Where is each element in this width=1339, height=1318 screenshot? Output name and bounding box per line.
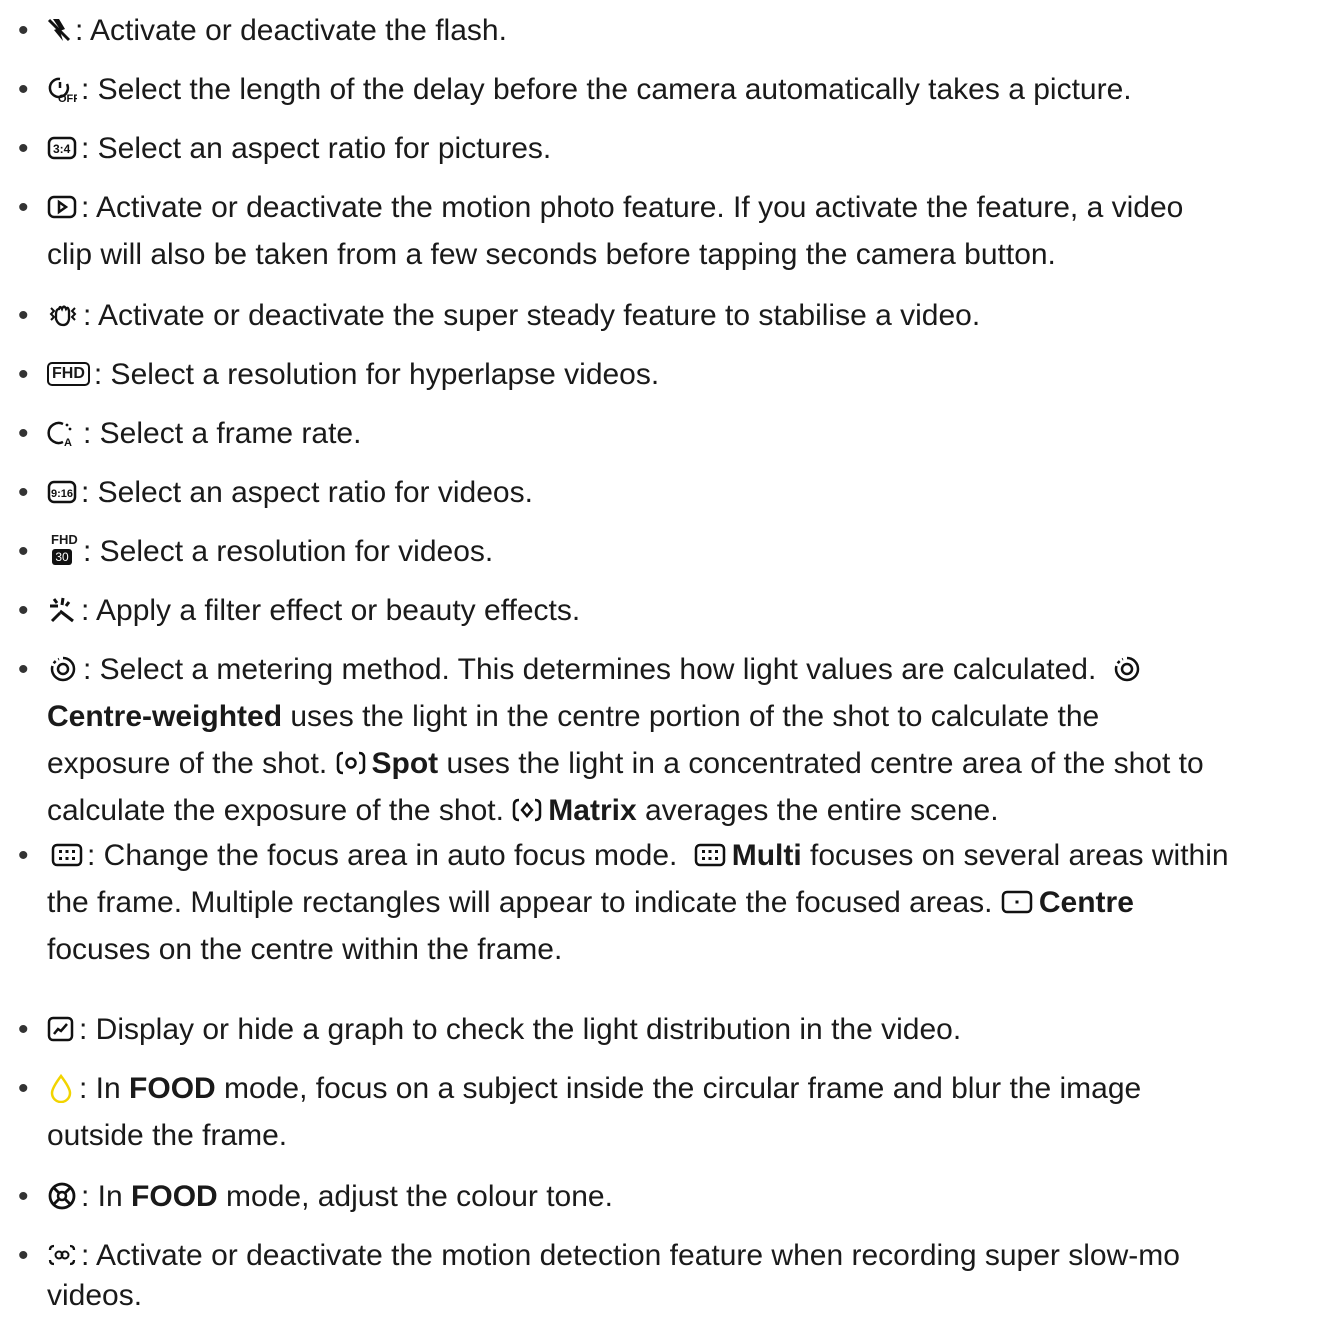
item-text: : Select the length of the delay before … [81,73,1132,106]
bullet: • [18,73,29,106]
food-term: FOOD [129,1072,216,1105]
spot-term: Spot [371,747,439,780]
matrix-metering-icon [512,796,542,824]
fhd-resolution-icon: FHD [47,362,90,387]
bullet: • [18,476,29,509]
item-text-line-4a: calculate the exposure of the shot. [47,794,513,827]
item-text: : Select an aspect ratio for pictures. [81,132,552,165]
item-text-line-3b: uses the light in a concentrated centre … [438,747,1204,780]
item-text-line-1a: : In [81,1180,132,1213]
video-resolution-icon: FHD 30 [47,533,79,569]
timer-off-icon: OFF [47,75,77,103]
colour-tone-icon [47,1181,77,1211]
item-text: : Select an aspect ratio for videos. [81,476,533,509]
item-text: : Select a resolution for videos. [83,535,494,568]
bullet: • [18,653,29,686]
super-steady-icon [47,301,79,329]
aspect-ratio-9-16-icon: 9:16 [47,479,77,505]
bullet: • [18,535,29,568]
bullet: • [18,132,29,165]
food-focus-icon [47,1073,75,1104]
multi-focus-icon [51,842,83,868]
food-term: FOOD [131,1180,218,1213]
bullet: • [18,1180,29,1213]
item-text-line-1b: mode, adjust the colour tone. [217,1180,613,1213]
frame-rate-auto-icon: A [47,419,79,447]
svg-text:3:4: 3:4 [53,142,71,156]
item-text-line-1a: : In [79,1072,130,1105]
centre-weighted-term: Centre-weighted [47,700,283,733]
svg-text:OFF: OFF [58,93,77,103]
centre-focus-icon [1001,889,1033,915]
item-text: : Apply a filter effect or beauty effect… [81,594,581,627]
centre-term: Centre [1038,886,1134,919]
filter-effects-icon [47,596,77,624]
svg-text:9:16: 9:16 [51,488,73,500]
bullet: • [18,358,29,391]
centre-weighted-metering-icon [1111,655,1143,683]
item-text-line-1b: mode, focus on a subject inside the circ… [215,1072,1142,1105]
item-text-line-2: clip will also be taken from a few secon… [47,238,1056,271]
item-text: : Select a frame rate. [83,417,362,450]
bullet: • [18,1013,29,1046]
bullet: • [18,191,29,224]
matrix-term: Matrix [548,794,637,827]
bullet: • [18,594,29,627]
item-text: : Activate or deactivate the flash. [75,14,507,47]
aspect-ratio-3-4-icon: 3:4 [47,135,77,161]
item-text-line-1: : Activate or deactivate the motion dete… [81,1239,1180,1272]
bullet: • [18,839,29,872]
item-text: : Display or hide a graph to check the l… [79,1013,962,1046]
histogram-icon [47,1016,75,1042]
resolution-label: FHD [51,532,78,548]
bullet: • [18,417,29,450]
item-text-line-3a: exposure of the shot. [47,747,336,780]
fps-label: 30 [52,549,72,566]
item-text-line-1a: : Change the focus area in auto focus mo… [87,839,686,872]
motion-photo-icon [47,194,77,220]
item-text-line-2: uses the light in the centre portion of … [282,700,1100,733]
item-text-line-2: the frame. Multiple rectangles will appe… [47,886,1001,919]
item-text-line-3: focuses on the centre within the frame. [47,933,563,966]
svg-text:A: A [64,437,72,447]
multi-term: Multi [731,839,802,872]
item-text-line-1: : Activate or deactivate the motion phot… [81,191,1184,224]
flash-off-icon [47,16,71,44]
spot-metering-icon [336,749,366,777]
bullet: • [18,14,29,47]
item-text: : Select a resolution for hyperlapse vid… [93,358,660,391]
bullet: • [18,1072,29,1105]
metering-icon [47,655,79,683]
motion-detection-icon [47,1242,77,1268]
bullet: • [18,299,29,332]
item-text: : Activate or deactivate the super stead… [83,299,981,332]
multi-focus-icon [694,842,726,868]
item-text-line-1: : Select a metering method. This determi… [83,653,1097,686]
bullet: • [18,1239,29,1272]
item-text-line-2: videos. [47,1279,143,1312]
item-text-line-2: outside the frame. [47,1119,288,1152]
item-text-line-1b: focuses on several areas within [801,839,1229,872]
item-text-line-4b: averages the entire scene. [636,794,999,827]
